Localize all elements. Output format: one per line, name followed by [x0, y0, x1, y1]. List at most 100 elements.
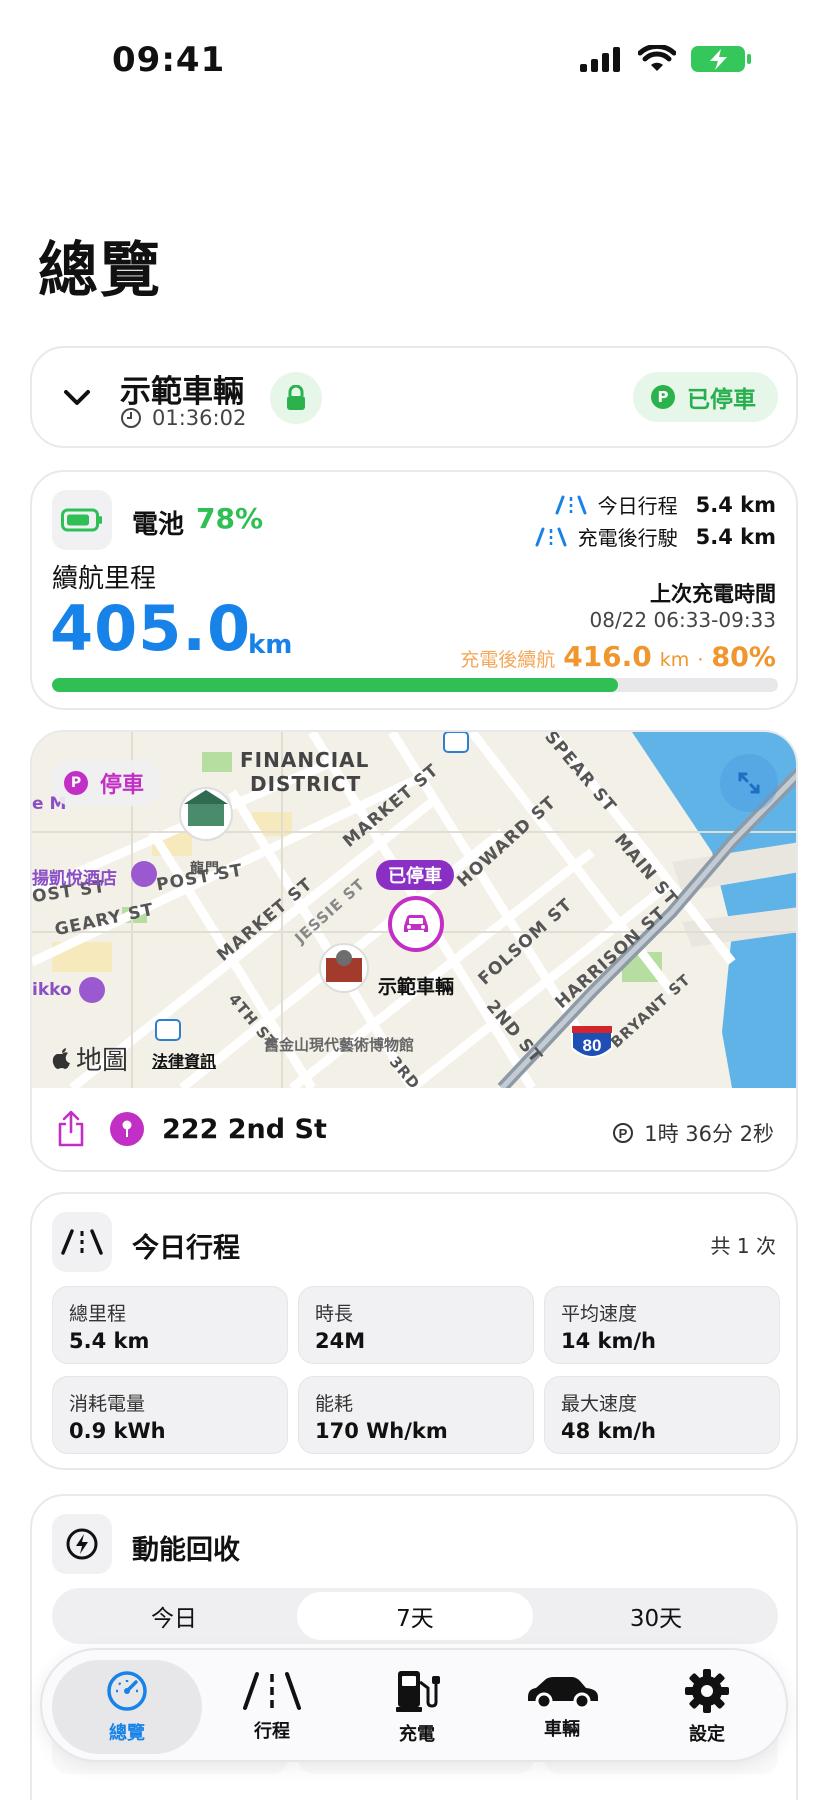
stat-value: 14 km/h: [561, 1329, 657, 1353]
map-label-nikko: ikko: [32, 980, 72, 1000]
stat-label: 總里程: [69, 1303, 127, 1325]
expand-icon: [738, 772, 760, 794]
battery-card: 電池 78% 今日行程 5.4 km 充電後行駛 5.4 km 續航里程 405…: [30, 470, 798, 710]
fuel-pump-icon: [396, 1671, 440, 1712]
location-footer: 222 2nd St P 1時 36分 2秒: [32, 1088, 796, 1170]
parking-badge-icon: P: [64, 771, 88, 795]
map-legal-link[interactable]: 法律資訊: [152, 1048, 216, 1072]
clock-icon: [121, 408, 141, 428]
tab-settings[interactable]: 設定: [632, 1660, 782, 1754]
tab-overview-label: 總覽: [109, 1723, 145, 1744]
expand-map-button[interactable]: [720, 754, 778, 812]
parking-circle-letter: P: [619, 1126, 628, 1141]
after-charge-label: 充電後續航: [460, 649, 556, 671]
lock-icon: [287, 385, 305, 410]
maps-logo: 地圖: [52, 1040, 128, 1077]
stat-value: 48 km/h: [561, 1419, 657, 1443]
regen-title: 動能回收: [132, 1535, 240, 1566]
vehicle-map-pin[interactable]: [388, 896, 444, 952]
stat-average-speed: 平均速度 14 km/h: [544, 1286, 780, 1364]
today-trip-card[interactable]: 今日行程 共 1 次 總里程 5.4 km 時長 24M 平均速度 14 km/…: [30, 1192, 798, 1470]
stat-label: 消耗電量: [69, 1393, 146, 1415]
segment-7-days[interactable]: 7天: [297, 1592, 533, 1640]
today-trip-count: 共 1 次: [710, 1234, 776, 1258]
stat-value: 170 Wh/km: [315, 1419, 448, 1443]
gauge-icon: [107, 1671, 147, 1711]
range-value: 405.0: [50, 592, 252, 665]
regen-period-segmented-control: 今日 7天 30天: [52, 1588, 778, 1644]
map-label-financial: FINANCIAL: [240, 748, 370, 772]
road-icon: [535, 527, 567, 546]
map-view[interactable]: 80 FINANCIAL DISTRICT MARKET ST MARKET S…: [32, 732, 796, 1088]
stat-value: 5.4 km: [69, 1329, 150, 1353]
road-icon: [555, 495, 587, 514]
lightning-circle-icon: [66, 1528, 98, 1560]
road-icon: [243, 1672, 301, 1710]
last-charge-label: 上次充電時間: [650, 582, 776, 606]
regen-icon-box: [52, 1514, 112, 1574]
stat-value: 24M: [315, 1329, 366, 1353]
location-pin-icon: [110, 1112, 144, 1146]
stat-energy-used: 消耗電量 0.9 kWh: [52, 1376, 288, 1454]
tab-vehicle[interactable]: 車輛: [487, 1660, 637, 1754]
parking-circle-icon: P: [613, 1123, 634, 1143]
vehicle-card[interactable]: 示範車輛 01:36:02 P 已停車: [30, 346, 798, 448]
stat-value: 0.9 kWh: [69, 1419, 166, 1443]
tab-charging-label: 充電: [399, 1724, 435, 1745]
battery-icon: [61, 508, 102, 532]
parking-badge-icon: P: [651, 385, 675, 409]
tab-charging[interactable]: 充電: [342, 1660, 492, 1754]
apple-logo-icon: [52, 1047, 70, 1069]
map-label-district: DISTRICT: [250, 772, 362, 796]
parked-address: 222 2nd St: [162, 1114, 327, 1145]
stat-label: 平均速度: [561, 1303, 638, 1325]
highway-shield-number: 80: [583, 1036, 602, 1055]
map-parked-tag: 已停車: [376, 860, 454, 890]
parking-map-pill-label: 停車: [100, 773, 145, 798]
page-title: 總覽: [38, 236, 162, 306]
gear-icon: [685, 1669, 729, 1713]
maps-logo-text: 地圖: [76, 1046, 129, 1076]
wifi-icon: [638, 45, 676, 71]
car-icon: [528, 1677, 598, 1709]
parked-duration: P 1時 36分 2秒: [612, 1118, 774, 1148]
tab-settings-label: 設定: [689, 1724, 725, 1745]
parking-map-pill[interactable]: P 停車: [50, 760, 163, 806]
range-unit: km: [248, 630, 293, 660]
today-trip-label: 今日行程: [597, 494, 678, 518]
tab-trips-label: 行程: [254, 1721, 290, 1742]
tab-trips[interactable]: 行程: [197, 1660, 347, 1754]
status-bar: 09:41: [0, 0, 828, 120]
after-charge-value: 416.0: [563, 640, 652, 673]
vehicle-timer: 01:36:02: [120, 406, 246, 430]
battery-label: 電池: [132, 510, 185, 540]
battery-progress-fill: [52, 678, 619, 692]
cellular-signal-icon: [580, 47, 620, 72]
battery-charging-icon: [691, 46, 751, 72]
vehicle-name: 示範車輛: [120, 374, 244, 410]
stat-label: 最大速度: [561, 1393, 638, 1415]
share-icon[interactable]: [56, 1110, 86, 1148]
segment-today[interactable]: 今日: [56, 1592, 292, 1640]
lock-button[interactable]: [270, 372, 322, 424]
map-label-museum: 舊金山現代藝術博物館: [264, 1036, 415, 1054]
status-icons: [580, 44, 752, 74]
status-time: 09:41: [112, 40, 226, 80]
last-charge-time: 08/22 06:33-09:33: [589, 608, 776, 632]
road-icon: [61, 1229, 103, 1255]
tab-overview[interactable]: 總覽: [52, 1660, 202, 1754]
after-charge-separator: ·: [697, 649, 704, 671]
since-charge-row: 充電後行駛 5.4 km: [534, 522, 776, 551]
stat-total-distance: 總里程 5.4 km: [52, 1286, 288, 1364]
tab-bar: 總覽 行程 充電 車輛 設定: [40, 1648, 788, 1762]
since-charge-label: 充電後行駛: [577, 526, 678, 550]
chevron-down-icon[interactable]: [62, 382, 92, 412]
range-label: 續航里程: [52, 564, 157, 594]
stat-duration: 時長 24M: [298, 1286, 534, 1364]
parked-duration-value: 1時 36分 2秒: [644, 1122, 774, 1146]
segment-30-days[interactable]: 30天: [538, 1592, 774, 1640]
after-charge-unit: km: [659, 649, 690, 671]
stat-label: 能耗: [315, 1393, 354, 1415]
today-trip-row: 今日行程 5.4 km: [554, 490, 776, 519]
battery-percent: 78%: [196, 502, 264, 535]
